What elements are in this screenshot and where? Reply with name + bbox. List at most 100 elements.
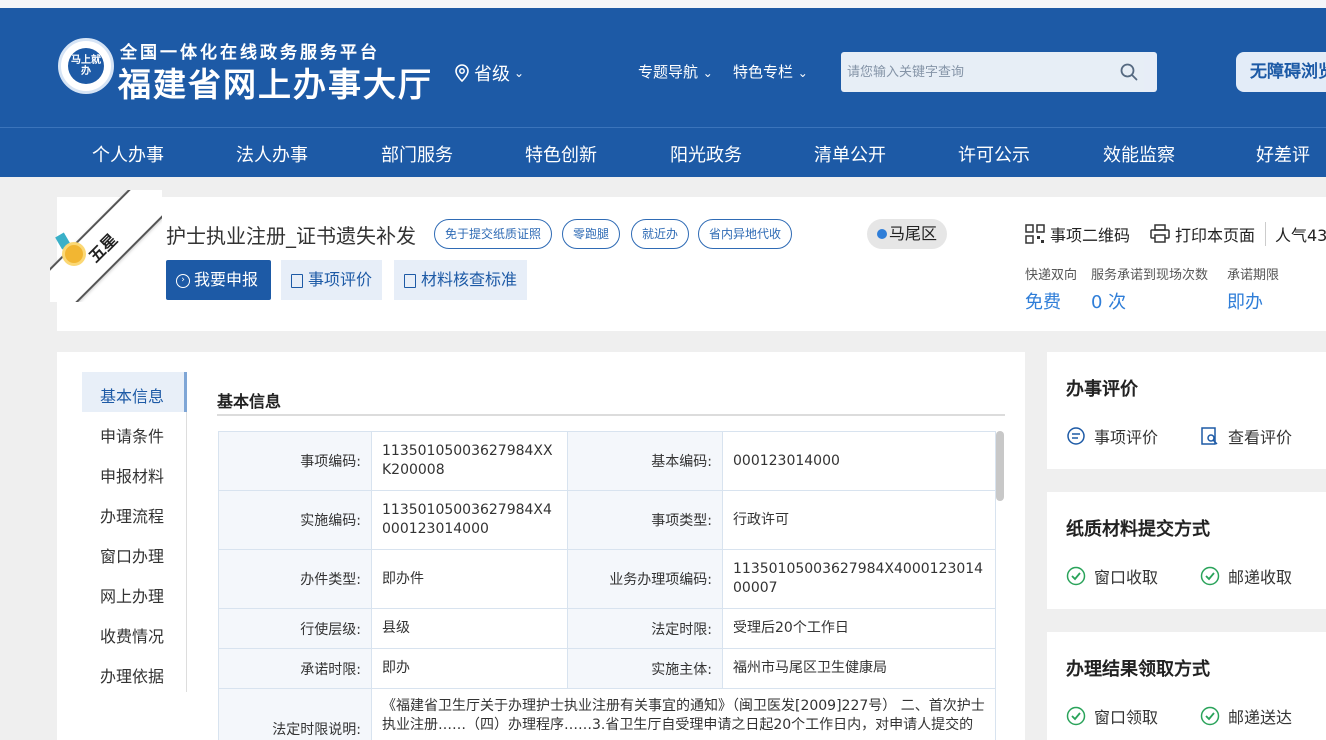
- table-row: 事项编码: 11350105003627984XXK200008 基本编码: 0…: [218, 431, 996, 491]
- table-row: 办件类型: 即办件 业务办理项编码: 11350105003627984X400…: [218, 549, 996, 609]
- main-nav: 个人办事 法人办事 部门服务 特色创新 阳光政务 清单公开 许可公示 效能监察 …: [0, 127, 1326, 177]
- nav-item-license[interactable]: 许可公示: [958, 141, 1030, 167]
- table-row: 行使层级: 县级 法定时限: 受理后20个工作日: [218, 608, 996, 649]
- materials-label: 材料核查标准: [421, 270, 518, 289]
- rating-ribbon: 五星: [50, 190, 162, 302]
- location-pin-icon: [877, 229, 887, 239]
- search-icon[interactable]: [1119, 62, 1139, 82]
- sidebar-item-online[interactable]: 网上办理: [100, 583, 164, 607]
- site-title[interactable]: 福建省网上办事大厅: [118, 58, 433, 106]
- view-evaluation-link[interactable]: 查看评价: [1200, 424, 1292, 448]
- qr-code-icon: [1025, 224, 1045, 244]
- search-document-icon: [1201, 427, 1218, 445]
- tag-zero-trip: 零跑腿: [562, 219, 621, 249]
- table-key: 行使层级:: [218, 608, 372, 649]
- location-badge: 马尾区: [867, 219, 948, 249]
- stat-value-deadline: 即办: [1227, 292, 1263, 313]
- table-value: 县级: [371, 608, 568, 649]
- view-evaluation-label: 查看评价: [1228, 428, 1293, 447]
- stat-label-visits: 服务承诺到现场次数: [1091, 268, 1209, 283]
- stat-value-visits: 0 次: [1091, 292, 1127, 313]
- table-value: 即办件: [371, 549, 568, 609]
- apply-button[interactable]: › 我要申报: [166, 260, 271, 300]
- paper-option-window-label: 窗口收取: [1094, 568, 1159, 587]
- sidebar-item-basis[interactable]: 办理依据: [100, 663, 164, 687]
- table-key: 实施编码:: [218, 490, 372, 550]
- table-key: 办件类型:: [218, 549, 372, 609]
- sidebar-item-fees[interactable]: 收费情况: [100, 623, 164, 647]
- paper-option-mail: 邮递收取: [1200, 564, 1292, 588]
- sidebar-item-window[interactable]: 窗口办理: [100, 543, 164, 567]
- table-value: 11350105003627984X4000123014000: [371, 490, 568, 550]
- evaluation-card: [1047, 352, 1326, 469]
- sidebar-item-basic-info[interactable]: 基本信息: [100, 383, 164, 407]
- apply-label: 我要申报: [194, 270, 259, 289]
- paper-option-mail-label: 邮递收取: [1228, 568, 1293, 587]
- qr-code-label: 事项二维码: [1050, 226, 1131, 245]
- print-label: 打印本页面: [1175, 226, 1256, 245]
- table-key: 法定时限:: [567, 608, 723, 649]
- materials-standard-button[interactable]: 材料核查标准: [394, 260, 528, 300]
- evaluate-button[interactable]: 事项评价: [281, 260, 383, 300]
- feature-nav[interactable]: 特色专栏 ⌄: [733, 61, 808, 82]
- level-selector[interactable]: 省级 ⌄: [454, 60, 524, 86]
- table-key: 承诺时限:: [218, 648, 372, 689]
- paper-submission-title: 纸质材料提交方式: [1066, 519, 1210, 540]
- print-tool[interactable]: 打印本页面: [1150, 222, 1255, 246]
- search-box: [841, 52, 1157, 92]
- qr-code-tool[interactable]: 事项二维码: [1025, 222, 1130, 246]
- topic-nav-label: 专题导航: [638, 63, 699, 81]
- table-row: 承诺时限: 即办 实施主体: 福州市马尾区卫生健康局: [218, 648, 996, 689]
- check-circle-icon: [1200, 706, 1220, 726]
- legal-note-value: 《福建省卫生厅关于办理护士执业注册有关事宜的通知》（闽卫医发[2009]227号…: [371, 688, 996, 740]
- stat-value-express: 免费: [1025, 292, 1061, 313]
- nav-item-lists[interactable]: 清单公开: [814, 141, 886, 167]
- chevron-down-icon: ⌄: [514, 66, 525, 80]
- nav-item-rating[interactable]: 好差评: [1256, 141, 1310, 167]
- accessibility-button[interactable]: 无障碍浏览: [1236, 52, 1326, 92]
- popularity-count: 人气43: [1265, 222, 1326, 246]
- nav-item-personal[interactable]: 个人办事: [92, 141, 164, 167]
- stat-label-deadline: 承诺期限: [1227, 268, 1280, 283]
- check-circle-icon: [1200, 566, 1220, 586]
- logo-text: 马上就办: [68, 48, 104, 84]
- nav-item-sunshine[interactable]: 阳光政务: [670, 141, 742, 167]
- table-key: 事项编码:: [218, 431, 372, 491]
- nav-item-department[interactable]: 部门服务: [381, 141, 453, 167]
- basic-info-table: 事项编码: 11350105003627984XXK200008 基本编码: 0…: [218, 431, 996, 740]
- result-option-window: 窗口领取: [1066, 704, 1158, 728]
- nav-item-legal-person[interactable]: 法人办事: [236, 141, 308, 167]
- search-input[interactable]: [841, 52, 1111, 92]
- edit-icon: [291, 273, 303, 288]
- table-row: 实施编码: 11350105003627984X4000123014000 事项…: [218, 490, 996, 550]
- sidebar-item-conditions[interactable]: 申请条件: [100, 423, 164, 447]
- table-value: 11350105003627984XXK200008: [371, 431, 568, 491]
- sidebar-item-materials[interactable]: 申报材料: [100, 463, 164, 487]
- nav-item-supervision[interactable]: 效能监察: [1103, 141, 1175, 167]
- feature-nav-label: 特色专栏: [733, 63, 794, 81]
- table-value: 即办: [371, 648, 568, 689]
- tag-paperless: 免于提交纸质证照: [434, 219, 553, 249]
- table-key: 事项类型:: [567, 490, 723, 550]
- medal-icon: [62, 242, 86, 266]
- result-option-window-label: 窗口领取: [1094, 708, 1159, 727]
- location-pin-icon: [455, 64, 469, 82]
- evaluate-label: 事项评价: [308, 270, 373, 289]
- topic-nav[interactable]: 专题导航 ⌄: [638, 61, 713, 82]
- arrow-right-circle-icon: ›: [176, 273, 190, 288]
- site-logo[interactable]: 马上就办: [58, 38, 114, 94]
- document-icon: [404, 273, 416, 288]
- table-key: 业务办理项编码:: [567, 549, 723, 609]
- chevron-down-icon: ⌄: [797, 66, 808, 80]
- table-value: 11350105003627984X400012301400007: [722, 549, 996, 609]
- check-circle-icon: [1066, 706, 1086, 726]
- table-key: 法定时限说明:: [218, 688, 372, 740]
- item-evaluation-link[interactable]: 事项评价: [1066, 424, 1158, 448]
- table-key: 实施主体:: [567, 648, 723, 689]
- check-circle-icon: [1066, 566, 1086, 586]
- table-scrollbar[interactable]: [996, 431, 1004, 501]
- printer-icon: [1150, 224, 1170, 243]
- sidebar-item-process[interactable]: 办理流程: [100, 503, 164, 527]
- nav-item-innovation[interactable]: 特色创新: [525, 141, 597, 167]
- table-row: 法定时限说明: 《福建省卫生厅关于办理护士执业注册有关事宜的通知》（闽卫医发[2…: [218, 688, 996, 740]
